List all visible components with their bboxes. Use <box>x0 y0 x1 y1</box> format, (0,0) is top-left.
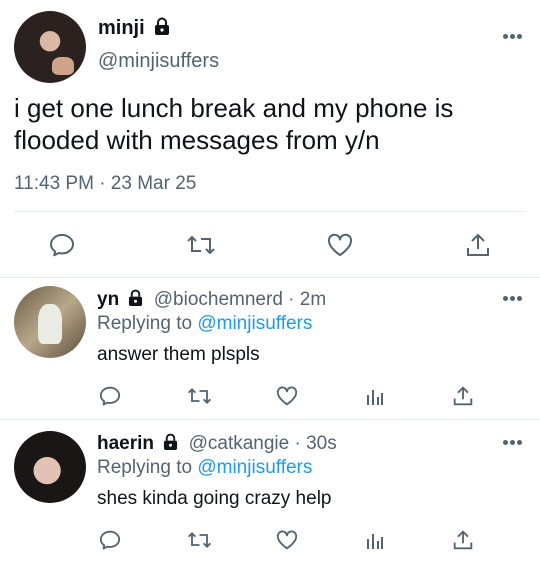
main-tweet: minji @minjisuffers i get one lunch brea… <box>0 0 540 278</box>
display-name-text: minji <box>98 17 145 39</box>
tweet-text: i get one lunch break and my phone is fl… <box>14 93 454 155</box>
like-button[interactable] <box>326 232 354 258</box>
replying-to: Replying to @minjisuffers <box>97 313 312 335</box>
replying-prefix: Replying to <box>97 457 193 478</box>
heart-icon <box>276 530 298 550</box>
comment-icon <box>99 530 121 550</box>
mention-link[interactable]: @minjisuffers <box>197 457 312 478</box>
more-icon[interactable] <box>503 34 523 40</box>
handle[interactable]: @minjisuffers <box>98 50 219 73</box>
reply-button[interactable] <box>48 232 76 258</box>
display-name[interactable]: yn <box>97 289 119 310</box>
retweet-icon <box>187 532 211 548</box>
replying-to: Replying to @minjisuffers <box>97 457 312 479</box>
retweet-button[interactable] <box>186 232 216 258</box>
reply-button[interactable] <box>98 529 122 551</box>
like-button[interactable] <box>275 529 299 551</box>
more-icon[interactable] <box>503 296 523 302</box>
lock-icon <box>129 289 143 306</box>
analytics-icon <box>367 390 383 405</box>
views-button[interactable] <box>365 385 385 407</box>
retweet-icon <box>187 235 215 255</box>
share-icon <box>453 530 473 550</box>
reply-time[interactable]: · 2m <box>288 289 326 310</box>
comment-icon <box>50 234 74 257</box>
retweet-button[interactable] <box>186 385 212 407</box>
mention-link[interactable]: @minjisuffers <box>197 313 312 334</box>
heart-icon <box>276 386 298 406</box>
share-icon <box>453 386 473 406</box>
replying-prefix: Replying to <box>97 313 193 334</box>
divider <box>0 419 540 420</box>
share-icon <box>467 233 489 256</box>
reply-text: shes kinda going crazy help <box>97 488 332 509</box>
reply-button[interactable] <box>98 385 122 407</box>
divider <box>14 211 526 212</box>
timestamp[interactable]: 11:43 PM · 23 Mar 25 <box>14 173 196 195</box>
share-button[interactable] <box>465 231 491 259</box>
reply-text: answer them plspls <box>97 344 260 365</box>
heart-icon <box>327 233 353 256</box>
share-button[interactable] <box>452 384 474 408</box>
reply-time[interactable]: · 30s <box>295 433 337 454</box>
views-button[interactable] <box>365 529 385 551</box>
analytics-icon <box>367 534 383 549</box>
retweet-button[interactable] <box>186 529 212 551</box>
avatar[interactable] <box>14 11 86 83</box>
avatar[interactable] <box>14 431 86 503</box>
like-button[interactable] <box>275 385 299 407</box>
handle[interactable]: @biochemnerd <box>154 289 283 310</box>
share-button[interactable] <box>452 528 474 552</box>
divider <box>0 277 540 278</box>
display-name[interactable]: minji <box>98 17 170 40</box>
reply-header: haerin @catkangie · 30s <box>97 433 337 455</box>
lock-icon <box>164 433 178 450</box>
reply-header: yn @biochemnerd · 2m <box>97 289 326 311</box>
avatar[interactable] <box>14 286 86 358</box>
lock-icon <box>155 17 170 35</box>
retweet-icon <box>187 388 211 404</box>
display-name[interactable]: haerin <box>97 433 154 454</box>
comment-icon <box>99 386 121 406</box>
more-icon[interactable] <box>503 440 523 446</box>
handle[interactable]: @catkangie <box>189 433 290 454</box>
